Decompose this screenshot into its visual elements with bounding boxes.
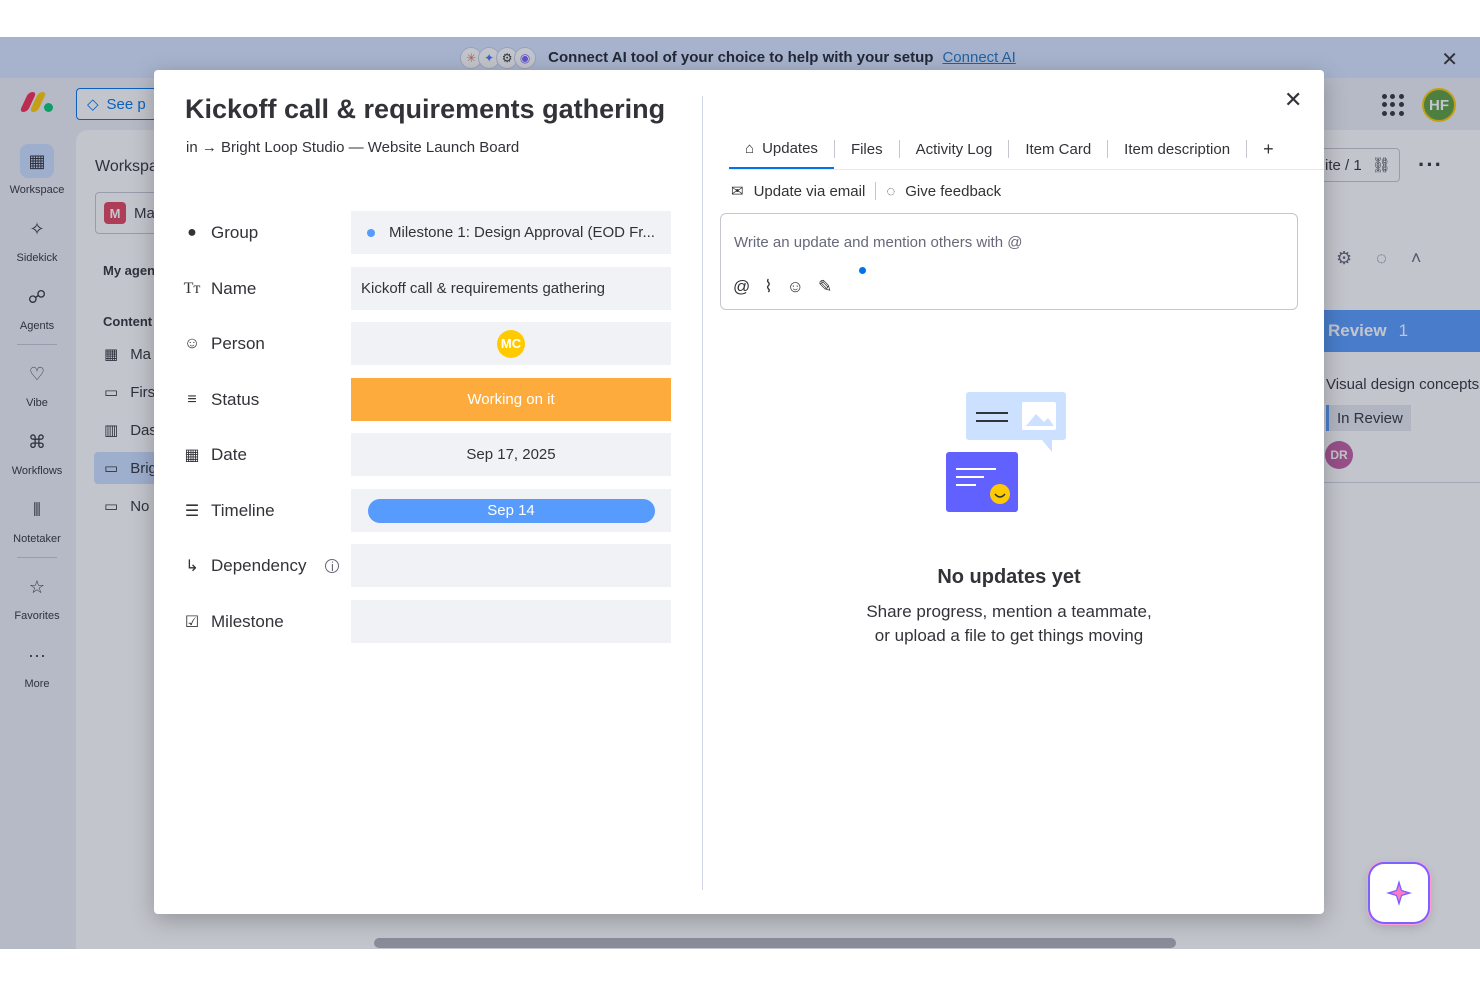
empty-state-text: Share progress, mention a teammate, or u… [729,600,1289,648]
timeline-value[interactable]: Sep 14 [351,489,671,532]
status-lines-icon: ≡ [187,391,197,408]
field-timeline: ☰ Timeline Sep 14 [182,489,672,533]
field-label: ☑ Milestone [182,600,284,644]
field-label-text: Name [211,279,257,298]
add-tab-button[interactable]: + [1247,129,1290,169]
breadcrumb: in → Bright Loop Studio — Website Launch… [186,139,519,156]
field-dependency: ↳ Dependency i [182,544,672,588]
page-title[interactable]: Kickoff call & requirements gathering [185,94,665,125]
close-icon[interactable]: ✕ [1284,88,1302,112]
status-value[interactable]: Working on it [351,378,671,421]
text-icon: Tт [183,280,201,297]
date-value[interactable]: Sep 17, 2025 [351,433,671,476]
composer-placeholder[interactable]: Write an update and mention others with … [734,234,1022,251]
panel-divider [702,96,703,890]
horizontal-scrollbar[interactable] [374,938,1176,948]
field-label-text: Group [211,223,259,242]
group-dot-icon [367,228,375,237]
updates-subrow: ✉ Update via email ◌ Give feedback [731,180,1001,202]
tab-label: Files [850,140,883,158]
name-value[interactable]: Kickoff call & requirements gathering [351,267,671,310]
avatar: MC [497,329,525,358]
timeline-pill: Sep 14 [367,498,655,523]
field-milestone: ☑ Milestone [182,600,672,644]
home-icon: ⌂ [745,139,755,157]
tab-label: Item description [1124,140,1231,158]
mail-icon: ✉ [731,183,744,200]
empty-state-line: or upload a file to get things moving [874,626,1144,645]
tab-files[interactable]: Files [835,129,899,169]
composer-tools: @ ⌇ ☺ ✎ [733,277,832,297]
attachment-icon[interactable]: ⌇ [764,277,772,297]
ai-write-icon[interactable]: ✎ [818,277,832,297]
dependency-value[interactable] [351,544,671,587]
dependency-icon: ↳ [185,558,199,575]
field-label: ≡ Status [182,378,259,422]
tabs-underline [729,169,1324,170]
updates-tabs: ⌂ Updates Files Activity Log Item Card It… [729,128,1290,170]
empty-state-illustration [946,392,1066,512]
field-label-text: Dependency [211,556,307,575]
field-status: ≡ Status Working on it [182,378,672,422]
empty-state-title: No updates yet [937,566,1081,588]
field-group: ● Group Milestone 1: Design Approval (EOD… [182,211,672,255]
group-value[interactable]: Milestone 1: Design Approval (EOD Fr... [351,211,671,254]
tab-updates[interactable]: ⌂ Updates [729,129,834,169]
breadcrumb-board-link[interactable]: Bright Loop Studio — Website Launch Boar… [221,139,519,156]
give-feedback-link[interactable]: Give feedback [905,183,1001,200]
field-label: ● Group [182,211,258,255]
update-composer[interactable]: Write an update and mention others with … [720,213,1298,310]
circle-icon: ● [187,224,197,241]
feedback-icon: ◌ [886,182,896,200]
group-value-text: Milestone 1: Design Approval (EOD Fr... [389,224,655,241]
app: ✳ ✦ ⚙ ◉ Connect AI tool of your choice t… [0,37,1480,949]
tab-label: Activity Log [915,140,993,158]
person-icon: ☺ [183,335,201,352]
tab-activity-log[interactable]: Activity Log [900,129,1009,169]
field-label: ☺ Person [182,322,265,366]
field-label: ☰ Timeline [182,489,275,533]
field-name: Tт Name Kickoff call & requirements gathe… [182,267,672,311]
field-date: ▦ Date Sep 17, 2025 [182,433,672,477]
field-label: ↳ Dependency i [182,544,340,588]
person-value[interactable]: MC [351,322,671,365]
field-label-text: Person [211,334,265,353]
subrow-separator [875,182,877,200]
field-label-text: Timeline [211,501,275,520]
milestone-value[interactable] [351,600,671,643]
checkbox-icon: ☑ [184,614,200,631]
tab-label: Item Card [1025,140,1092,158]
mention-icon[interactable]: @ [733,277,750,297]
field-person: ☺ Person MC [182,322,672,366]
field-label-text: Date [211,445,247,464]
tab-item-description[interactable]: Item description [1108,129,1246,169]
field-label-text: Status [211,390,260,409]
item-modal: Kickoff call & requirements gathering in… [154,70,1324,914]
breadcrumb-prefix: in → [186,139,217,156]
tab-label: Updates [762,139,818,157]
info-icon[interactable]: i [325,559,340,574]
notification-dot [859,267,866,274]
sparkle-icon [1386,880,1412,906]
calendar-icon: ▦ [184,447,200,464]
field-label: Tт Name [182,267,257,311]
update-via-email-link[interactable]: Update via email [754,183,866,200]
field-label-text: Milestone [211,612,284,631]
empty-state-line: Share progress, mention a teammate, [866,602,1152,621]
emoji-icon[interactable]: ☺ [787,277,804,297]
tab-item-card[interactable]: Item Card [1009,129,1107,169]
timeline-icon: ☰ [184,503,200,520]
sidekick-fab-button[interactable] [1370,864,1428,922]
field-label: ▦ Date [182,433,247,477]
